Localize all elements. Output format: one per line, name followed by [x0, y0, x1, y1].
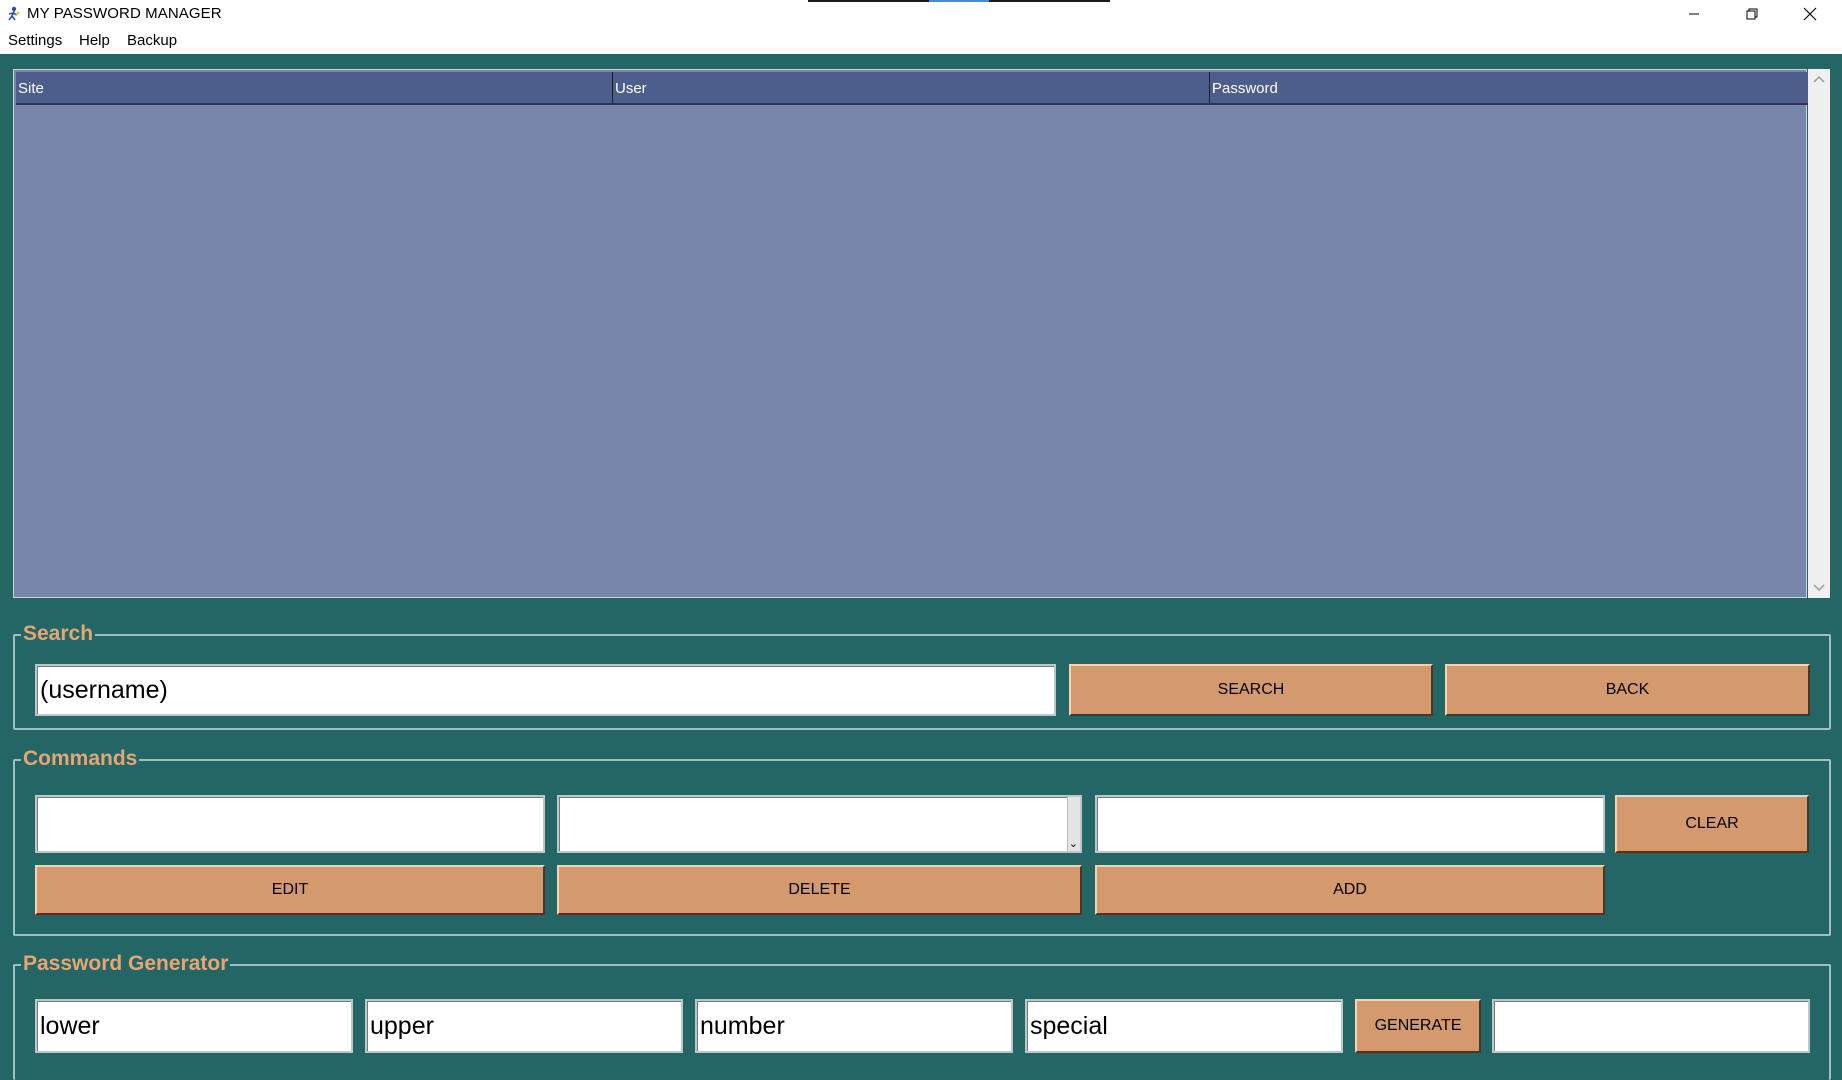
- close-icon: [1803, 7, 1817, 21]
- search-group: Search (username) SEARCH BACK: [13, 620, 1831, 730]
- search-legend: Search: [21, 620, 96, 648]
- minimize-button[interactable]: [1665, 0, 1723, 28]
- generated-password-field[interactable]: [1492, 999, 1810, 1053]
- scroll-up-icon[interactable]: [1812, 73, 1826, 85]
- restore-icon: [1746, 8, 1758, 20]
- password-generator-group: Password Generator lower upper number sp…: [13, 950, 1831, 1080]
- window-title: MY PASSWORD MANAGER: [27, 5, 222, 22]
- special-count-field[interactable]: special: [1025, 999, 1343, 1053]
- table-scrollbar[interactable]: [1808, 69, 1830, 598]
- delete-button[interactable]: DELETE: [557, 865, 1082, 915]
- title-bar: MY PASSWORD MANAGER: [0, 0, 1842, 28]
- figure-icon: [5, 6, 21, 22]
- lower-count-field[interactable]: lower: [35, 999, 353, 1053]
- title-progress-indicator: [808, 0, 1110, 2]
- column-password[interactable]: Password: [1210, 72, 1808, 103]
- commands-group: Commands ⌄ CLEAR EDIT DELETE ADD: [13, 745, 1831, 936]
- minimize-icon: [1689, 13, 1699, 15]
- column-site[interactable]: Site: [16, 72, 613, 103]
- search-button[interactable]: SEARCH: [1069, 664, 1433, 716]
- upper-count-field[interactable]: upper: [365, 999, 683, 1053]
- number-count-field[interactable]: number: [695, 999, 1013, 1053]
- restore-button[interactable]: [1723, 0, 1781, 28]
- menu-bar: Settings Help Backup: [0, 28, 1842, 54]
- column-user[interactable]: User: [613, 72, 1210, 103]
- scroll-down-icon[interactable]: [1812, 582, 1826, 594]
- table-header: Site User Password: [16, 72, 1808, 105]
- edit-button[interactable]: EDIT: [35, 865, 545, 915]
- commands-legend: Commands: [21, 745, 140, 773]
- close-button[interactable]: [1781, 0, 1839, 28]
- user-combobox[interactable]: ⌄: [557, 795, 1082, 853]
- site-field[interactable]: [35, 795, 545, 853]
- password-table[interactable]: Site User Password: [13, 69, 1808, 598]
- password-field[interactable]: [1095, 795, 1605, 853]
- generator-legend: Password Generator: [21, 950, 231, 978]
- search-input[interactable]: (username): [35, 664, 1056, 716]
- clear-button[interactable]: CLEAR: [1615, 795, 1809, 853]
- add-button[interactable]: ADD: [1095, 865, 1605, 915]
- menu-backup[interactable]: Backup: [127, 32, 177, 49]
- combobox-scroll[interactable]: ⌄: [1067, 797, 1080, 851]
- menu-settings[interactable]: Settings: [8, 32, 62, 49]
- menu-help[interactable]: Help: [79, 32, 110, 49]
- chevron-down-icon[interactable]: ⌄: [1069, 839, 1078, 850]
- generate-button[interactable]: GENERATE: [1355, 999, 1481, 1053]
- back-button[interactable]: BACK: [1445, 664, 1810, 716]
